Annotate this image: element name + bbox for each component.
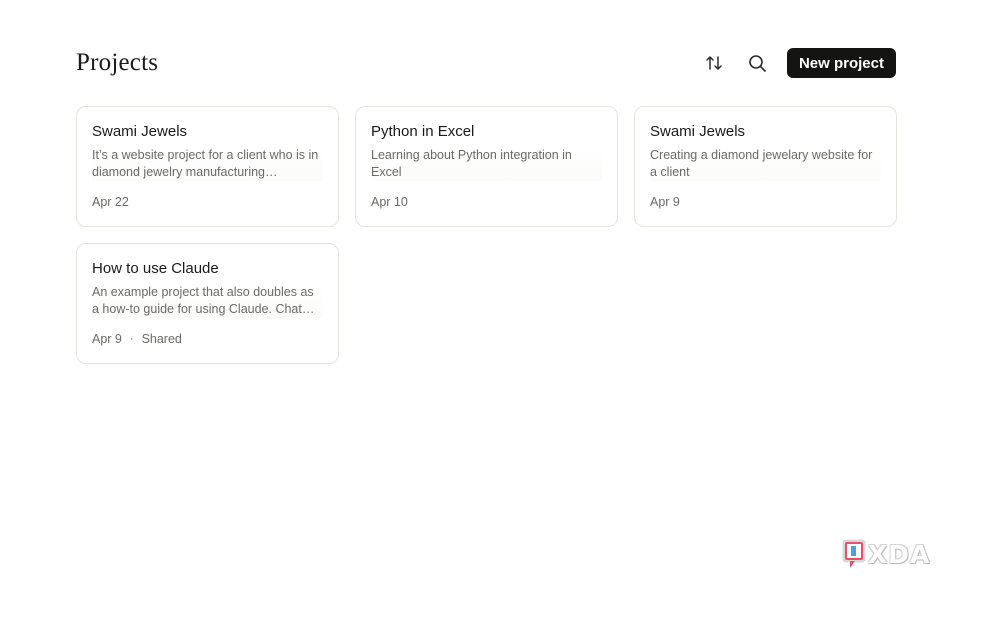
project-title: Swami Jewels — [650, 123, 746, 140]
project-date: Apr 10 — [371, 195, 408, 209]
new-project-button[interactable]: New project — [786, 48, 896, 78]
project-card[interactable]: Swami Jewels It’s a website project for … — [76, 106, 339, 227]
project-meta: Apr 9 · Shared — [92, 332, 182, 346]
project-title: How to use Claude — [92, 260, 219, 277]
project-title: Python in Excel — [371, 123, 475, 140]
project-card[interactable]: Swami Jewels Creating a diamond jewelary… — [634, 106, 897, 227]
project-description: Creating a diamond jewelary website for … — [650, 147, 881, 181]
project-description: Learning about Python integration in Exc… — [371, 147, 602, 181]
projects-page: Projects New project Swami Jewels It’s a… — [0, 0, 1000, 632]
sort-arrows-icon — [706, 56, 722, 70]
page-header: Projects New project — [76, 44, 896, 82]
xda-watermark: XDA — [842, 538, 930, 570]
project-date: Apr 9 — [650, 195, 680, 209]
search-button[interactable] — [743, 48, 773, 78]
meta-separator: · — [129, 333, 134, 345]
project-meta: Apr 10 — [371, 195, 408, 209]
project-description: It’s a website project for a client who … — [92, 147, 323, 181]
page-title: Projects — [76, 49, 159, 76]
xda-logo-icon — [842, 539, 866, 568]
watermark-text: XDA — [868, 539, 931, 569]
sort-button[interactable] — [699, 48, 729, 78]
project-meta: Apr 22 — [92, 195, 129, 209]
search-icon — [749, 54, 767, 72]
project-date: Apr 9 — [92, 332, 122, 346]
project-description: An example project that also doubles as … — [92, 284, 323, 318]
project-card[interactable]: How to use Claude An example project tha… — [76, 243, 339, 364]
shared-label: Shared — [141, 332, 182, 346]
project-title: Swami Jewels — [92, 123, 188, 140]
project-meta: Apr 9 — [650, 195, 680, 209]
project-card[interactable]: Python in Excel Learning about Python in… — [355, 106, 618, 227]
header-actions: New project — [699, 48, 896, 78]
project-date: Apr 22 — [92, 195, 129, 209]
projects-grid: Swami Jewels It’s a website project for … — [76, 106, 898, 364]
